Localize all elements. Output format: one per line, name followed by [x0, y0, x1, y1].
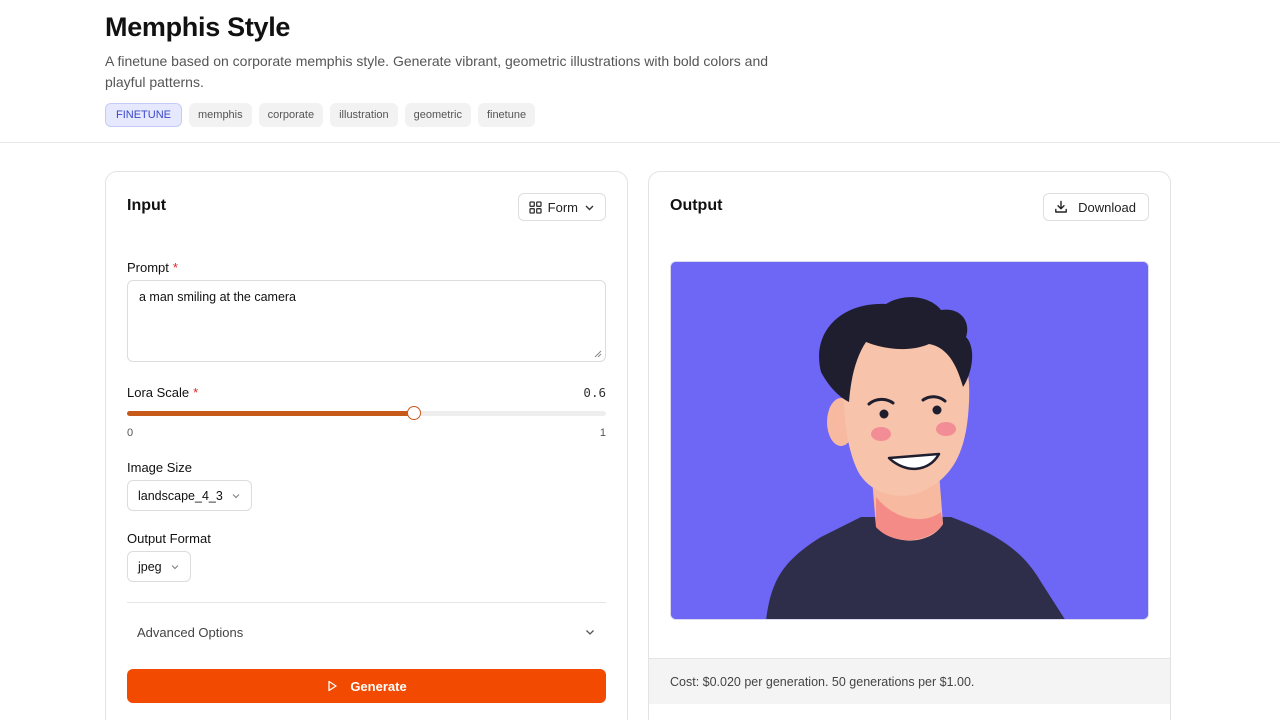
- grid-icon: [529, 200, 542, 214]
- prompt-label: Prompt *: [127, 260, 178, 275]
- image-size-value: landscape_4_3: [138, 488, 223, 503]
- tag-memphis[interactable]: memphis: [189, 103, 252, 127]
- page-title: Memphis Style: [105, 12, 291, 42]
- generate-button[interactable]: Generate: [127, 669, 606, 703]
- tag-corporate[interactable]: corporate: [258, 103, 324, 127]
- generated-image: [670, 261, 1149, 620]
- slider-thumb[interactable]: [407, 406, 422, 420]
- chevron-down-icon: [232, 493, 240, 498]
- cost-info: Cost: $0.020 per generation. 50 generati…: [649, 658, 1170, 704]
- play-icon: [328, 680, 337, 692]
- chevron-down-icon: [586, 630, 594, 635]
- form-mode-label: Form: [547, 199, 578, 215]
- lora-scale-value: 0.6: [583, 385, 606, 400]
- chevron-down-icon: [585, 205, 594, 210]
- chevron-down-icon: [171, 564, 179, 569]
- tag-finetune-badge[interactable]: FINETUNE: [105, 103, 182, 127]
- download-label: Download: [1078, 199, 1136, 215]
- output-title: Output: [670, 197, 723, 214]
- tag-list: FINETUNE memphis corporate illustration …: [105, 103, 536, 127]
- lora-scale-label: Lora Scale *: [127, 385, 198, 400]
- slider-min-label: 0: [127, 427, 134, 439]
- smiling-man-illustration: [671, 262, 1148, 619]
- output-format-value: jpeg: [138, 559, 162, 574]
- output-format-label: Output Format: [127, 531, 211, 546]
- prompt-input[interactable]: a man smiling at the camera: [127, 280, 606, 362]
- required-mark: *: [172, 260, 178, 275]
- advanced-options-toggle[interactable]: Advanced Options: [127, 612, 606, 652]
- prompt-value: a man smiling at the camera: [139, 290, 297, 304]
- divider: [127, 602, 606, 603]
- tag-geometric[interactable]: geometric: [404, 103, 471, 127]
- image-size-label: Image Size: [127, 460, 193, 475]
- form-mode-button[interactable]: Form: [517, 193, 606, 221]
- generate-label: Generate: [350, 678, 407, 694]
- prompt-label-text: Prompt: [127, 260, 169, 275]
- page-description: A finetune based on corporate memphis st…: [105, 53, 769, 90]
- download-button[interactable]: Download: [1043, 193, 1149, 221]
- download-icon: [1055, 200, 1068, 213]
- tag-finetune[interactable]: finetune: [477, 103, 536, 127]
- input-title: Input: [127, 197, 167, 214]
- slider-fill: [127, 411, 415, 416]
- slider-max-label: 1: [599, 427, 606, 439]
- input-panel: Input Form Prompt * a man smiling at the …: [105, 171, 628, 720]
- resize-handle-icon[interactable]: [594, 350, 602, 358]
- output-format-select[interactable]: jpeg: [127, 551, 191, 582]
- tag-illustration[interactable]: illustration: [330, 103, 398, 127]
- lora-scale-slider[interactable]: [127, 406, 606, 420]
- output-panel: Output Download Cost: $0.020 per generat…: [648, 171, 1171, 720]
- lora-scale-label-text: Lora Scale: [127, 385, 190, 400]
- required-mark: *: [193, 385, 199, 400]
- page-header: Memphis Style A finetune based on corpor…: [0, 0, 1280, 143]
- advanced-options-label: Advanced Options: [137, 624, 244, 640]
- image-size-select[interactable]: landscape_4_3: [127, 480, 252, 511]
